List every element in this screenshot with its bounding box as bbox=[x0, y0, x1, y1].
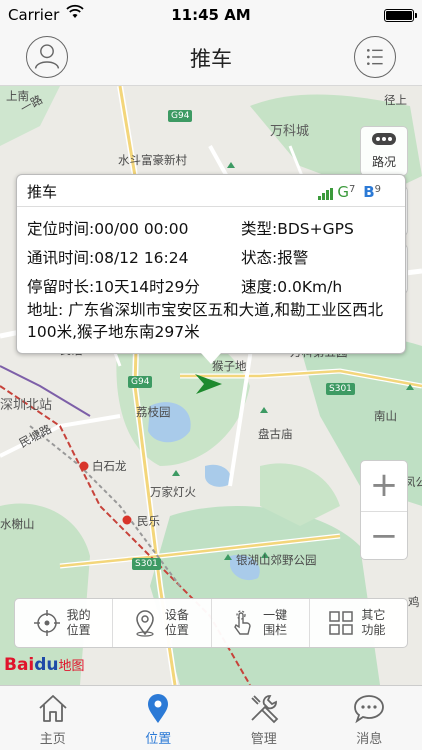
device-info-popup: 推车 G7 B9 定位时间:00/00 00:00 类型:BDS+GPS 通讯时… bbox=[16, 174, 406, 364]
map-label: 水榭山 bbox=[0, 517, 35, 531]
popup-title: 推车 bbox=[27, 183, 58, 201]
my-location-label: 我的 位置 bbox=[67, 608, 95, 638]
bds-count: 9 bbox=[374, 184, 381, 195]
bds-letter: B bbox=[363, 183, 375, 201]
map-label: 深圳北站 bbox=[0, 398, 53, 413]
more-functions-label: 其它 功能 bbox=[361, 608, 389, 638]
message-icon bbox=[354, 695, 385, 724]
device-location-label-line2: 位置 bbox=[164, 623, 189, 637]
device-location-label: 设备 位置 bbox=[165, 608, 193, 638]
logo-du: du bbox=[34, 655, 59, 675]
baidu-map-logo: Baidu地图 bbox=[4, 655, 85, 675]
map-label: 银湖山郊野公园 bbox=[236, 553, 317, 567]
tab-home-label: 主页 bbox=[39, 732, 66, 747]
tab-messages[interactable]: 消息 bbox=[317, 686, 422, 750]
zoom-out-button[interactable]: − bbox=[361, 511, 407, 561]
device-location-icon bbox=[136, 610, 154, 637]
gps-letter: G bbox=[337, 183, 349, 201]
location-pin-icon bbox=[148, 694, 169, 723]
map-label: 盘古庙 bbox=[258, 427, 293, 441]
clock: 11:45 AM bbox=[171, 6, 251, 24]
zoom-control: + − bbox=[360, 460, 408, 560]
grid-icon bbox=[329, 611, 354, 635]
status-bar: Carrier 11:45 AM bbox=[0, 0, 422, 30]
road-badge: G94 bbox=[128, 376, 153, 388]
tab-bar: 主页 位置 管理 消息 bbox=[0, 685, 422, 750]
logo-bai: Bai bbox=[4, 655, 35, 675]
my-location-icon bbox=[33, 610, 60, 636]
tab-location[interactable]: 位置 bbox=[106, 686, 212, 750]
map-label: 荔枝园 bbox=[136, 405, 171, 419]
popup-divider bbox=[17, 206, 405, 207]
menu-icon bbox=[367, 49, 383, 65]
more-functions-button[interactable]: 其它 功能 bbox=[310, 599, 407, 647]
my-location-button[interactable]: 我的 位置 bbox=[15, 599, 114, 647]
speed: 速度:0.0Km/h bbox=[241, 278, 343, 296]
fence-button[interactable]: 一键 围栏 bbox=[212, 599, 310, 647]
map-label: 白石龙 bbox=[92, 459, 127, 473]
fence-label-line2: 围栏 bbox=[263, 623, 288, 637]
fence-icon bbox=[234, 610, 251, 635]
tab-location-label: 位置 bbox=[145, 732, 172, 747]
comm-time: 通讯时间:08/12 16:24 bbox=[27, 249, 189, 267]
signal-strength-icon bbox=[317, 187, 333, 200]
map-label: 万家灯火 bbox=[150, 485, 196, 499]
road-badge: S301 bbox=[326, 383, 355, 395]
zoom-in-button[interactable]: + bbox=[361, 461, 407, 511]
fence-label: 一键 围栏 bbox=[263, 608, 291, 638]
signal-indicators: G7 B9 bbox=[317, 183, 381, 201]
device-location-label-line1: 设备 bbox=[164, 608, 189, 622]
more-functions-label-line2: 功能 bbox=[361, 623, 386, 637]
nav-bar: 推车 bbox=[0, 30, 422, 86]
battery-level bbox=[386, 11, 412, 20]
tools-icon bbox=[251, 695, 279, 724]
locate-time: 定位时间:00/00 00:00 bbox=[27, 220, 189, 238]
tab-home[interactable]: 主页 bbox=[0, 686, 106, 750]
menu-button[interactable] bbox=[354, 36, 396, 78]
address: 地址: 广东省深圳市宝安区五和大道,和勘工业区西北100米,猴子地东南297米 bbox=[27, 301, 384, 341]
map-label: 民乐 bbox=[137, 514, 160, 528]
map-label: 径上 bbox=[384, 93, 407, 107]
map-toolbar: 我的 位置 设备 位置 一键 围栏 其它 功能 bbox=[14, 598, 408, 648]
home-icon bbox=[39, 695, 67, 722]
logo-ditu: 地图 bbox=[58, 659, 85, 674]
device-state: 状态:报警 bbox=[241, 249, 309, 267]
road-badge: S301 bbox=[132, 558, 161, 570]
tab-manage-label: 管理 bbox=[250, 732, 277, 747]
road-badge: G94 bbox=[168, 110, 193, 122]
map-view[interactable]: 上南 一路 径上 万科城 水斗富豪新村 大山 五和 民治 万科第五园 猴子地 荔… bbox=[0, 86, 422, 685]
tab-manage[interactable]: 管理 bbox=[211, 686, 317, 750]
map-label: 南山 bbox=[374, 409, 397, 423]
traffic-button[interactable]: 路况 bbox=[360, 126, 408, 176]
device-type: 类型:BDS+GPS bbox=[241, 220, 354, 238]
my-location-label-line1: 我的 bbox=[66, 608, 91, 622]
map-label: 万科城 bbox=[270, 124, 310, 139]
my-location-label-line2: 位置 bbox=[66, 623, 91, 637]
map-label: 水斗富豪新村 bbox=[118, 153, 187, 167]
map-label: 鸡 bbox=[408, 595, 420, 609]
device-location-button[interactable]: 设备 位置 bbox=[113, 599, 212, 647]
stop-duration: 停留时长:10天14时29分 bbox=[27, 278, 200, 296]
traffic-label: 路况 bbox=[371, 155, 396, 169]
traffic-icon bbox=[361, 127, 407, 153]
fence-label-line1: 一键 bbox=[263, 608, 288, 622]
battery-icon bbox=[384, 9, 417, 22]
more-functions-label-line1: 其它 bbox=[361, 608, 386, 622]
tab-messages-label: 消息 bbox=[356, 732, 383, 747]
gps-count: 7 bbox=[348, 184, 356, 195]
